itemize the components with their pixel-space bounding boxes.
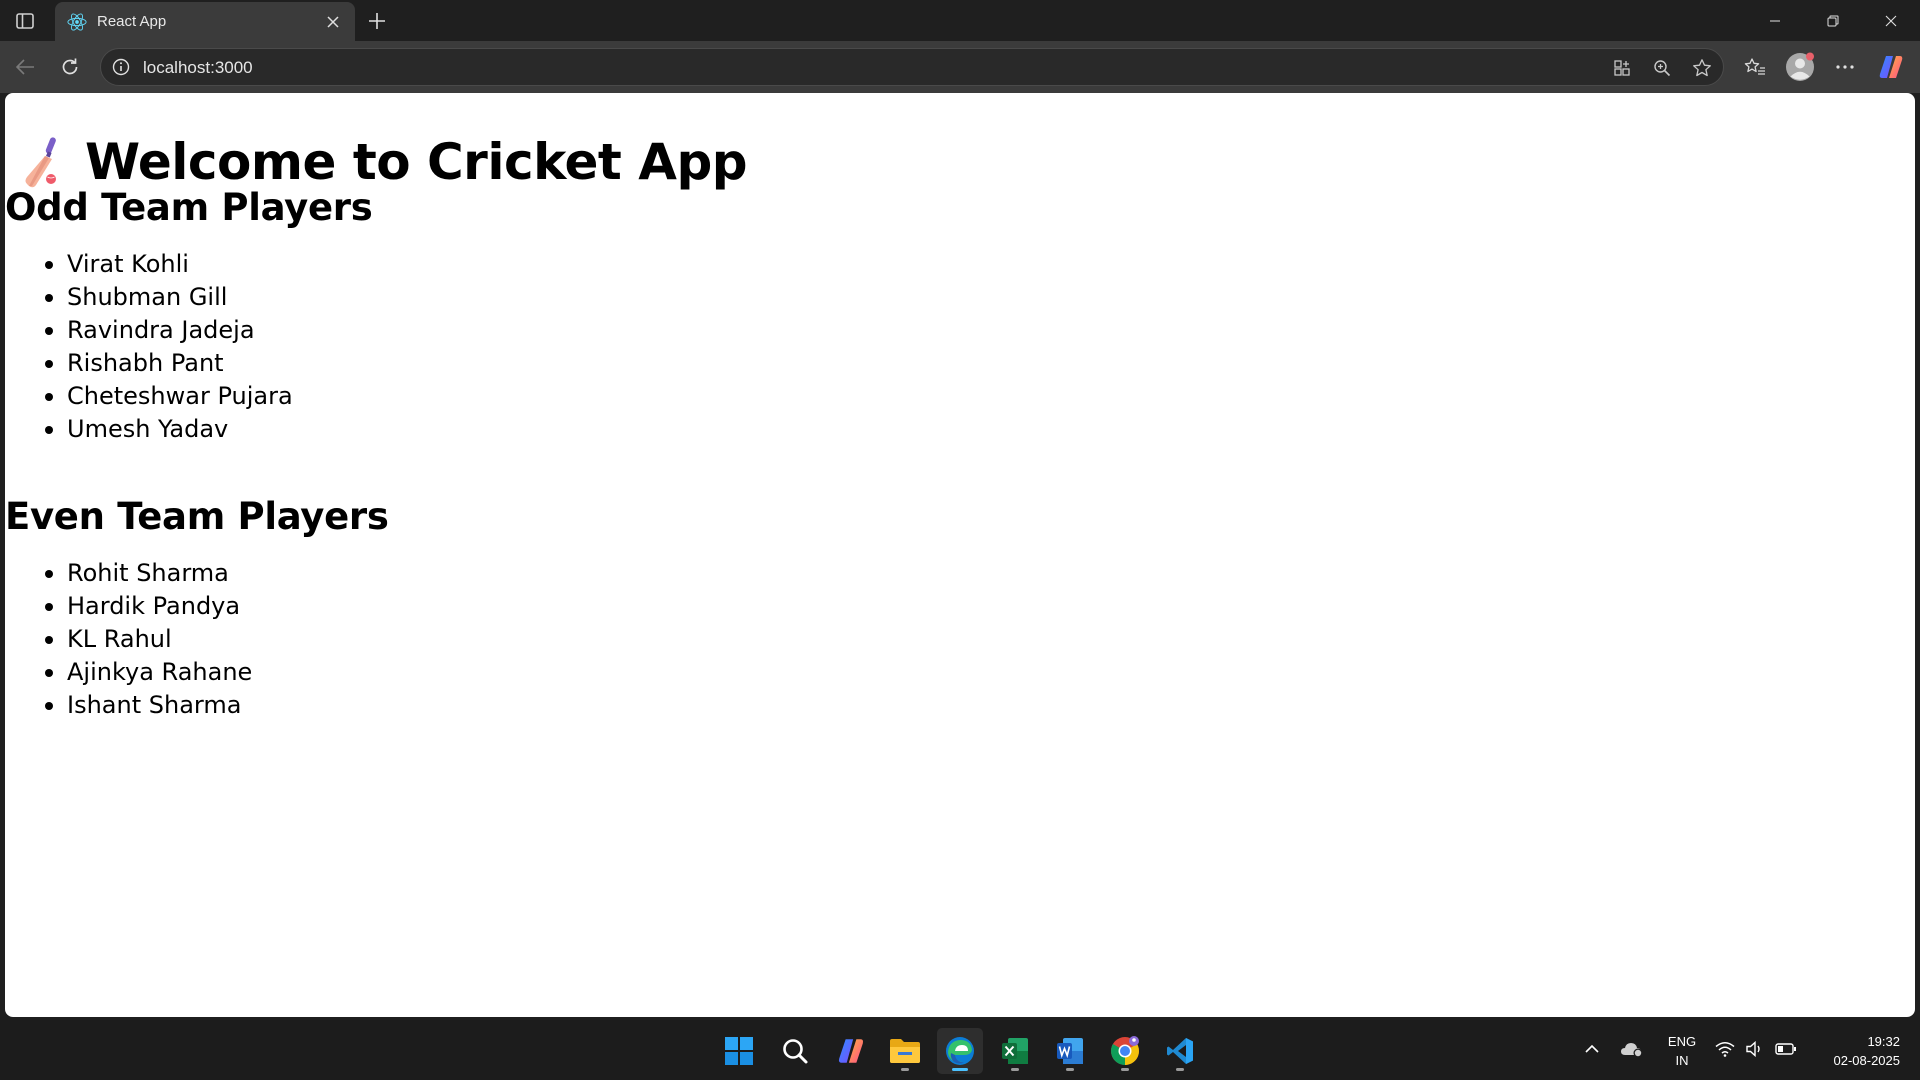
list-item: Ravindra Jadeja <box>45 314 293 347</box>
tab-title: React App <box>97 13 167 30</box>
cloud-sync-icon <box>1621 1043 1643 1058</box>
close-window-button[interactable] <box>1862 0 1920 41</box>
taskbar: ENG IN 19:32 02-08-2025 <box>0 1020 1920 1080</box>
folder-icon <box>890 1039 920 1063</box>
running-indicator <box>952 1068 968 1071</box>
minimize-button[interactable] <box>1746 0 1804 41</box>
url-text: localhost:3000 <box>143 58 253 77</box>
wifi-status-button[interactable] <box>1712 1036 1738 1062</box>
chrome-app[interactable] <box>1102 1028 1148 1074</box>
tab-strip: React App <box>0 0 1920 41</box>
new-tab-button[interactable] <box>362 6 392 36</box>
list-item: KL Rahul <box>44 623 252 656</box>
even-team-heading: Even Team Players <box>5 495 389 538</box>
copilot-app[interactable] <box>828 1028 874 1074</box>
restore-button[interactable] <box>1804 0 1862 41</box>
running-indicator <box>1121 1068 1129 1071</box>
minimize-icon <box>1770 20 1780 21</box>
search-button[interactable] <box>772 1028 818 1074</box>
even-team-list: Rohit Sharma Hardik Pandya KL Rahul Ajin… <box>44 557 252 722</box>
volume-button[interactable] <box>1742 1036 1768 1062</box>
word-app[interactable] <box>1047 1028 1093 1074</box>
battery-icon <box>1775 1043 1796 1055</box>
favorites-list-icon <box>1744 58 1765 75</box>
language-code: ENG <box>1667 1034 1697 1049</box>
vertical-tabs-icon <box>16 13 34 29</box>
page-viewport: Welcome to Cricket App Odd Team Players … <box>5 93 1915 1017</box>
refresh-button[interactable] <box>53 50 87 84</box>
tab-actions-button[interactable] <box>10 8 40 34</box>
list-item: Rishabh Pant <box>45 347 293 380</box>
windows-logo-icon <box>725 1037 753 1065</box>
edge-app[interactable] <box>937 1028 983 1074</box>
browser-tab[interactable]: React App <box>55 2 355 41</box>
running-indicator <box>901 1068 909 1071</box>
page-title: Welcome to Cricket App <box>85 133 748 191</box>
excel-icon <box>1002 1038 1028 1064</box>
react-logo-icon <box>67 12 87 32</box>
list-item: Virat Kohli <box>45 248 293 281</box>
tab-close-icon[interactable] <box>321 10 345 34</box>
list-item: Hardik Pandya <box>44 590 252 623</box>
onedrive-tray-button[interactable] <box>1619 1036 1645 1062</box>
refresh-icon <box>62 58 78 75</box>
clock-time: 19:32 <box>1867 1034 1900 1049</box>
more-dots-icon <box>1836 65 1854 69</box>
speaker-icon <box>1746 1041 1760 1057</box>
list-item: Umesh Yadav <box>45 413 293 446</box>
show-hidden-icons-button[interactable] <box>1579 1036 1605 1062</box>
vscode-app[interactable] <box>1157 1028 1203 1074</box>
running-indicator <box>1011 1068 1019 1071</box>
file-explorer-app[interactable] <box>882 1028 928 1074</box>
clock[interactable]: 19:32 02-08-2025 <box>1808 1032 1901 1070</box>
odd-team-heading: Odd Team Players <box>5 186 373 229</box>
avatar-icon <box>1786 52 1814 81</box>
list-item: Ishant Sharma <box>44 689 252 722</box>
copilot-button[interactable] <box>1874 50 1908 84</box>
battery-button[interactable] <box>1773 1036 1799 1062</box>
cricket-bat-icon <box>25 137 56 188</box>
input-language-indicator[interactable]: ENG IN <box>1660 1032 1704 1070</box>
start-button[interactable] <box>716 1028 762 1074</box>
chrome-icon <box>1111 1036 1139 1065</box>
favorites-button[interactable] <box>1738 50 1772 84</box>
chevron-up-icon <box>1585 1044 1599 1053</box>
list-item: Shubman Gill <box>45 281 293 314</box>
running-indicator <box>1176 1068 1184 1071</box>
copilot-icon <box>1879 56 1903 78</box>
favorite-star-icon[interactable] <box>1689 55 1715 81</box>
list-item: Rohit Sharma <box>44 557 252 590</box>
close-icon <box>1885 15 1897 26</box>
site-info-icon[interactable] <box>111 57 131 77</box>
list-item: Cheteshwar Pujara <box>45 380 293 413</box>
app-available-icon[interactable] <box>1609 55 1635 81</box>
more-menu-button[interactable] <box>1828 50 1862 84</box>
vscode-icon <box>1167 1038 1193 1064</box>
app-heading: Welcome to Cricket App <box>19 133 748 191</box>
zoom-icon[interactable] <box>1649 55 1675 81</box>
address-bar[interactable]: localhost:3000 <box>100 48 1724 86</box>
language-region: IN <box>1675 1053 1689 1068</box>
word-icon <box>1057 1038 1083 1064</box>
restore-icon <box>1827 15 1839 26</box>
list-item: Ajinkya Rahane <box>44 656 252 689</box>
running-indicator <box>1066 1068 1074 1071</box>
browser-toolbar: localhost:3000 <box>0 41 1920 93</box>
excel-app[interactable] <box>992 1028 1038 1074</box>
copilot-icon <box>838 1039 864 1063</box>
edge-browser-icon <box>946 1037 974 1065</box>
arrow-left-icon <box>15 59 34 75</box>
clock-date: 02-08-2025 <box>1833 1053 1901 1068</box>
profile-button[interactable] <box>1783 50 1817 84</box>
plus-icon <box>369 13 385 29</box>
search-icon <box>783 1039 808 1064</box>
wifi-icon <box>1715 1042 1735 1057</box>
odd-team-list: Virat Kohli Shubman Gill Ravindra Jadeja… <box>45 248 293 446</box>
back-button[interactable] <box>8 50 42 84</box>
